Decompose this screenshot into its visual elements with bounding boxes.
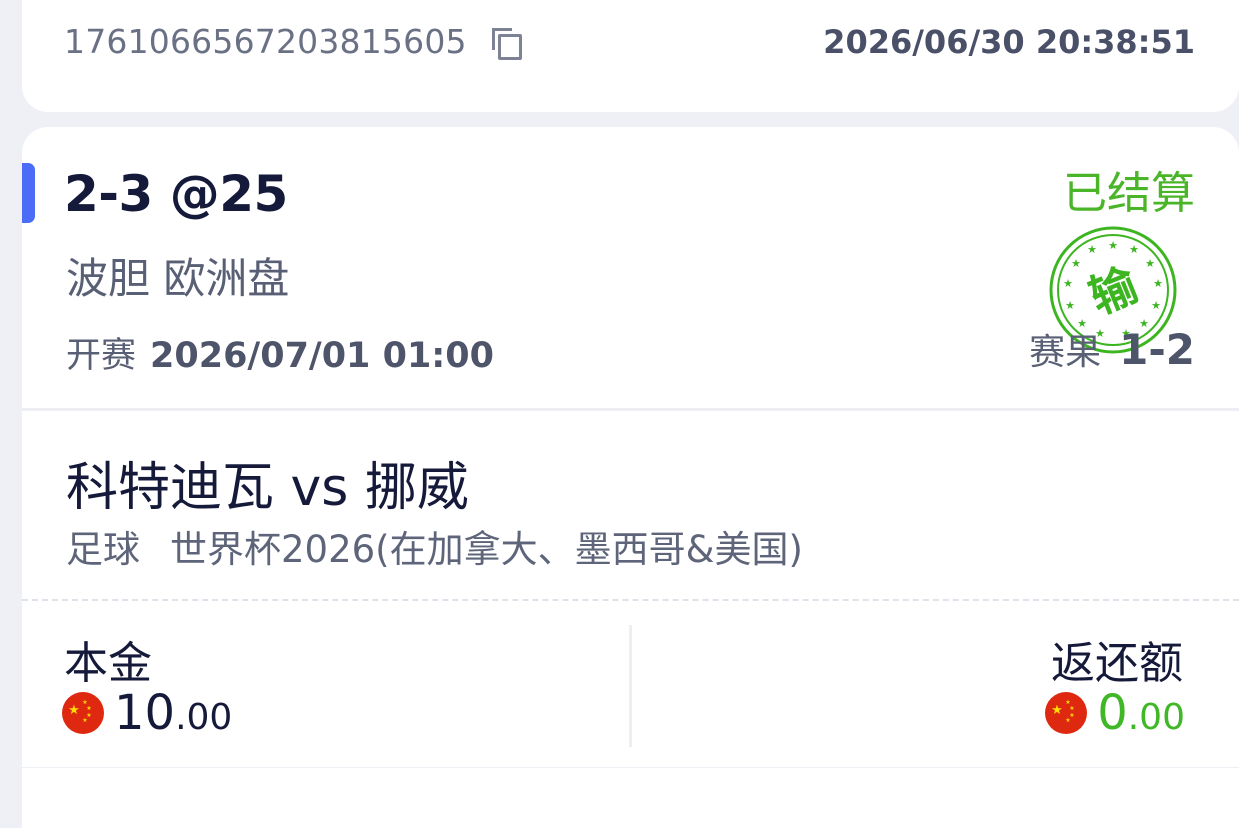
stake-amount: ★ ★ ★ ★ ★ 10.00	[62, 685, 232, 741]
dashed-divider	[22, 599, 1239, 601]
svg-text:★: ★	[1071, 257, 1081, 270]
svg-text:★: ★	[1069, 705, 1074, 712]
svg-text:★: ★	[1108, 239, 1118, 252]
sport-label: 足球	[66, 528, 140, 571]
svg-text:★: ★	[1051, 703, 1063, 718]
copy-icon[interactable]	[492, 28, 522, 60]
return-integer: 0	[1097, 685, 1128, 741]
kickoff-time: 2026/07/01 01:00	[150, 336, 494, 376]
order-time: 2026/06/30 20:38:51	[823, 23, 1195, 61]
match-teams: 科特迪瓦 vs 挪威	[66, 458, 469, 518]
result-label: 赛果	[1029, 332, 1102, 373]
bet-pick: 2-3 @25	[64, 165, 288, 223]
stamp-text: 输	[1082, 257, 1146, 325]
return-amount: ★ ★ ★ ★ ★ 0.00	[1045, 685, 1185, 741]
stake-decimal: .00	[175, 697, 233, 738]
svg-text:★: ★	[1153, 277, 1163, 290]
next-order-card[interactable]	[22, 768, 1239, 828]
bet-type: 波胆 欧洲盘	[66, 254, 290, 303]
return-label: 返还额	[1051, 638, 1183, 689]
svg-text:★: ★	[82, 717, 87, 724]
china-flag-icon: ★ ★ ★ ★ ★	[1045, 692, 1088, 734]
vertical-divider	[629, 625, 632, 747]
svg-text:★: ★	[1065, 299, 1075, 312]
china-flag-icon: ★ ★ ★ ★ ★	[62, 692, 104, 734]
league-name: 世界杯2026(在加拿大、墨西哥&美国)	[170, 528, 803, 571]
match-result: 赛果 1-2	[1029, 323, 1195, 375]
result-score: 1-2	[1119, 325, 1195, 374]
divider	[22, 408, 1239, 411]
return-decimal: .00	[1127, 697, 1185, 738]
previous-order-card: 1761066567203815605 2026/06/30 20:38:51	[22, 0, 1239, 112]
svg-text:★: ★	[1065, 717, 1070, 724]
svg-text:★: ★	[1145, 257, 1155, 270]
league-info: 足球 世界杯2026(在加拿大、墨西哥&美国)	[66, 519, 803, 573]
svg-text:★: ★	[1063, 277, 1073, 290]
stake-integer: 10	[114, 685, 176, 741]
order-id: 1761066567203815605	[64, 22, 467, 61]
svg-text:★: ★	[1129, 243, 1139, 256]
svg-text:★: ★	[1087, 243, 1097, 256]
accent-bar	[22, 163, 35, 223]
stake-label: 本金	[64, 638, 152, 689]
bet-card[interactable]: 2-3 @25 已结算 波胆 欧洲盘 ★ ★ ★ ★ ★ ★ ★ ★ ★ ★ ★…	[22, 127, 1239, 767]
kickoff-label: 开赛	[66, 336, 137, 376]
svg-text:★: ★	[68, 703, 80, 718]
svg-text:★: ★	[86, 705, 91, 712]
settled-status: 已结算	[1063, 168, 1195, 219]
svg-text:★: ★	[1151, 299, 1161, 312]
kickoff: 开赛 2026/07/01 01:00	[66, 327, 494, 378]
